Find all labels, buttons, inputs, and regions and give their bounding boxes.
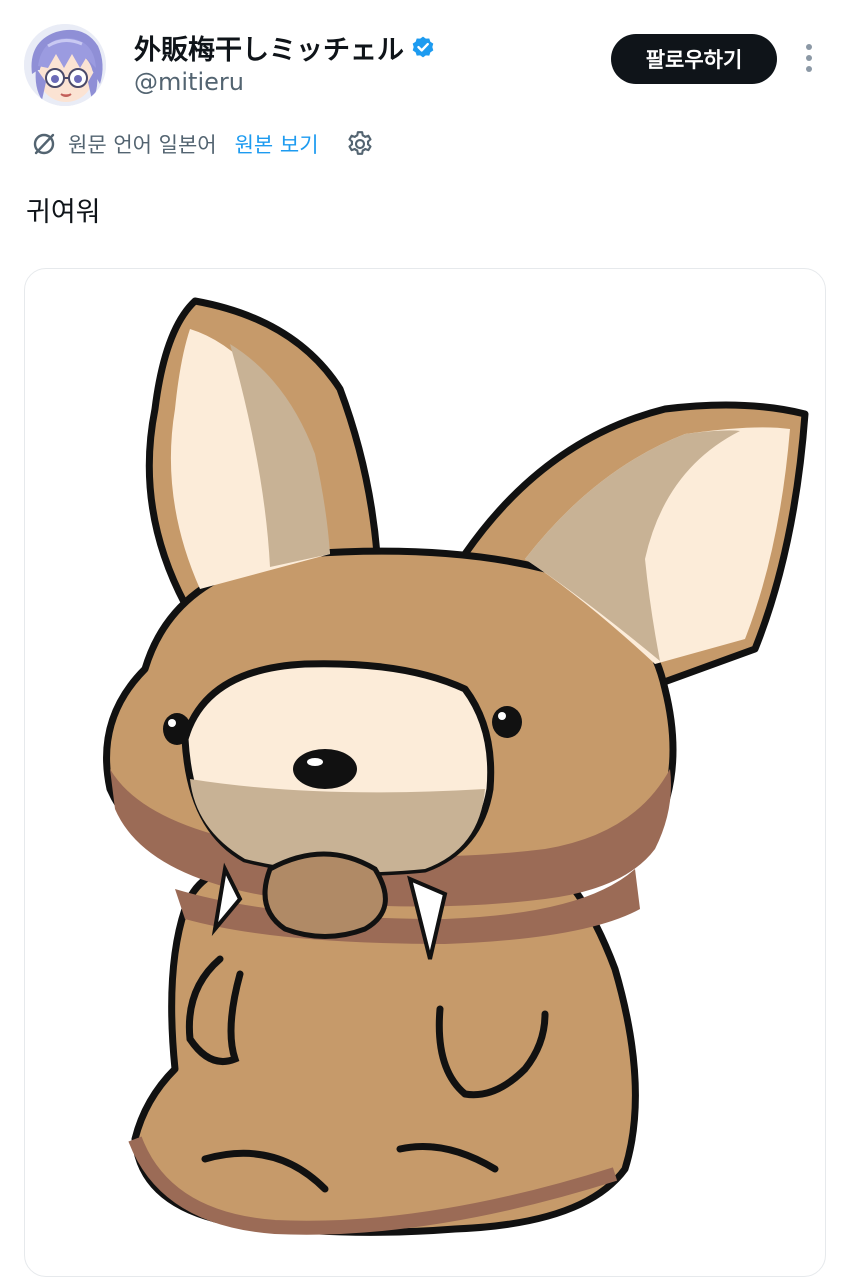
author-name-row: 外販梅干しミッチェル — [134, 28, 436, 67]
cartoon-fennec-fox-illustration — [103, 297, 809, 1236]
translate-icon — [33, 133, 55, 155]
author-handle[interactable]: @mitieru — [134, 68, 244, 96]
gear-icon[interactable] — [345, 129, 375, 159]
author-display-name[interactable]: 外販梅干しミッチェル — [134, 28, 404, 67]
source-language-label: 원문 언어 일본어 — [68, 133, 217, 157]
avatar[interactable] — [24, 24, 106, 106]
translation-bar: 원문 언어 일본어 원본 보기 — [30, 124, 375, 164]
anime-character-avatar-icon — [24, 24, 106, 106]
tweet-text: 귀여워 — [26, 197, 101, 228]
follow-button[interactable]: 팔로우하기 — [611, 34, 777, 84]
tweet-header: 外販梅干しミッチェル @mitieru 팔로우하기 — [0, 0, 850, 120]
tweet-media[interactable] — [24, 268, 826, 1277]
show-original-link[interactable]: 원본 보기 — [235, 129, 319, 159]
verified-badge-icon — [410, 35, 436, 61]
more-vertical-icon[interactable] — [798, 40, 820, 76]
